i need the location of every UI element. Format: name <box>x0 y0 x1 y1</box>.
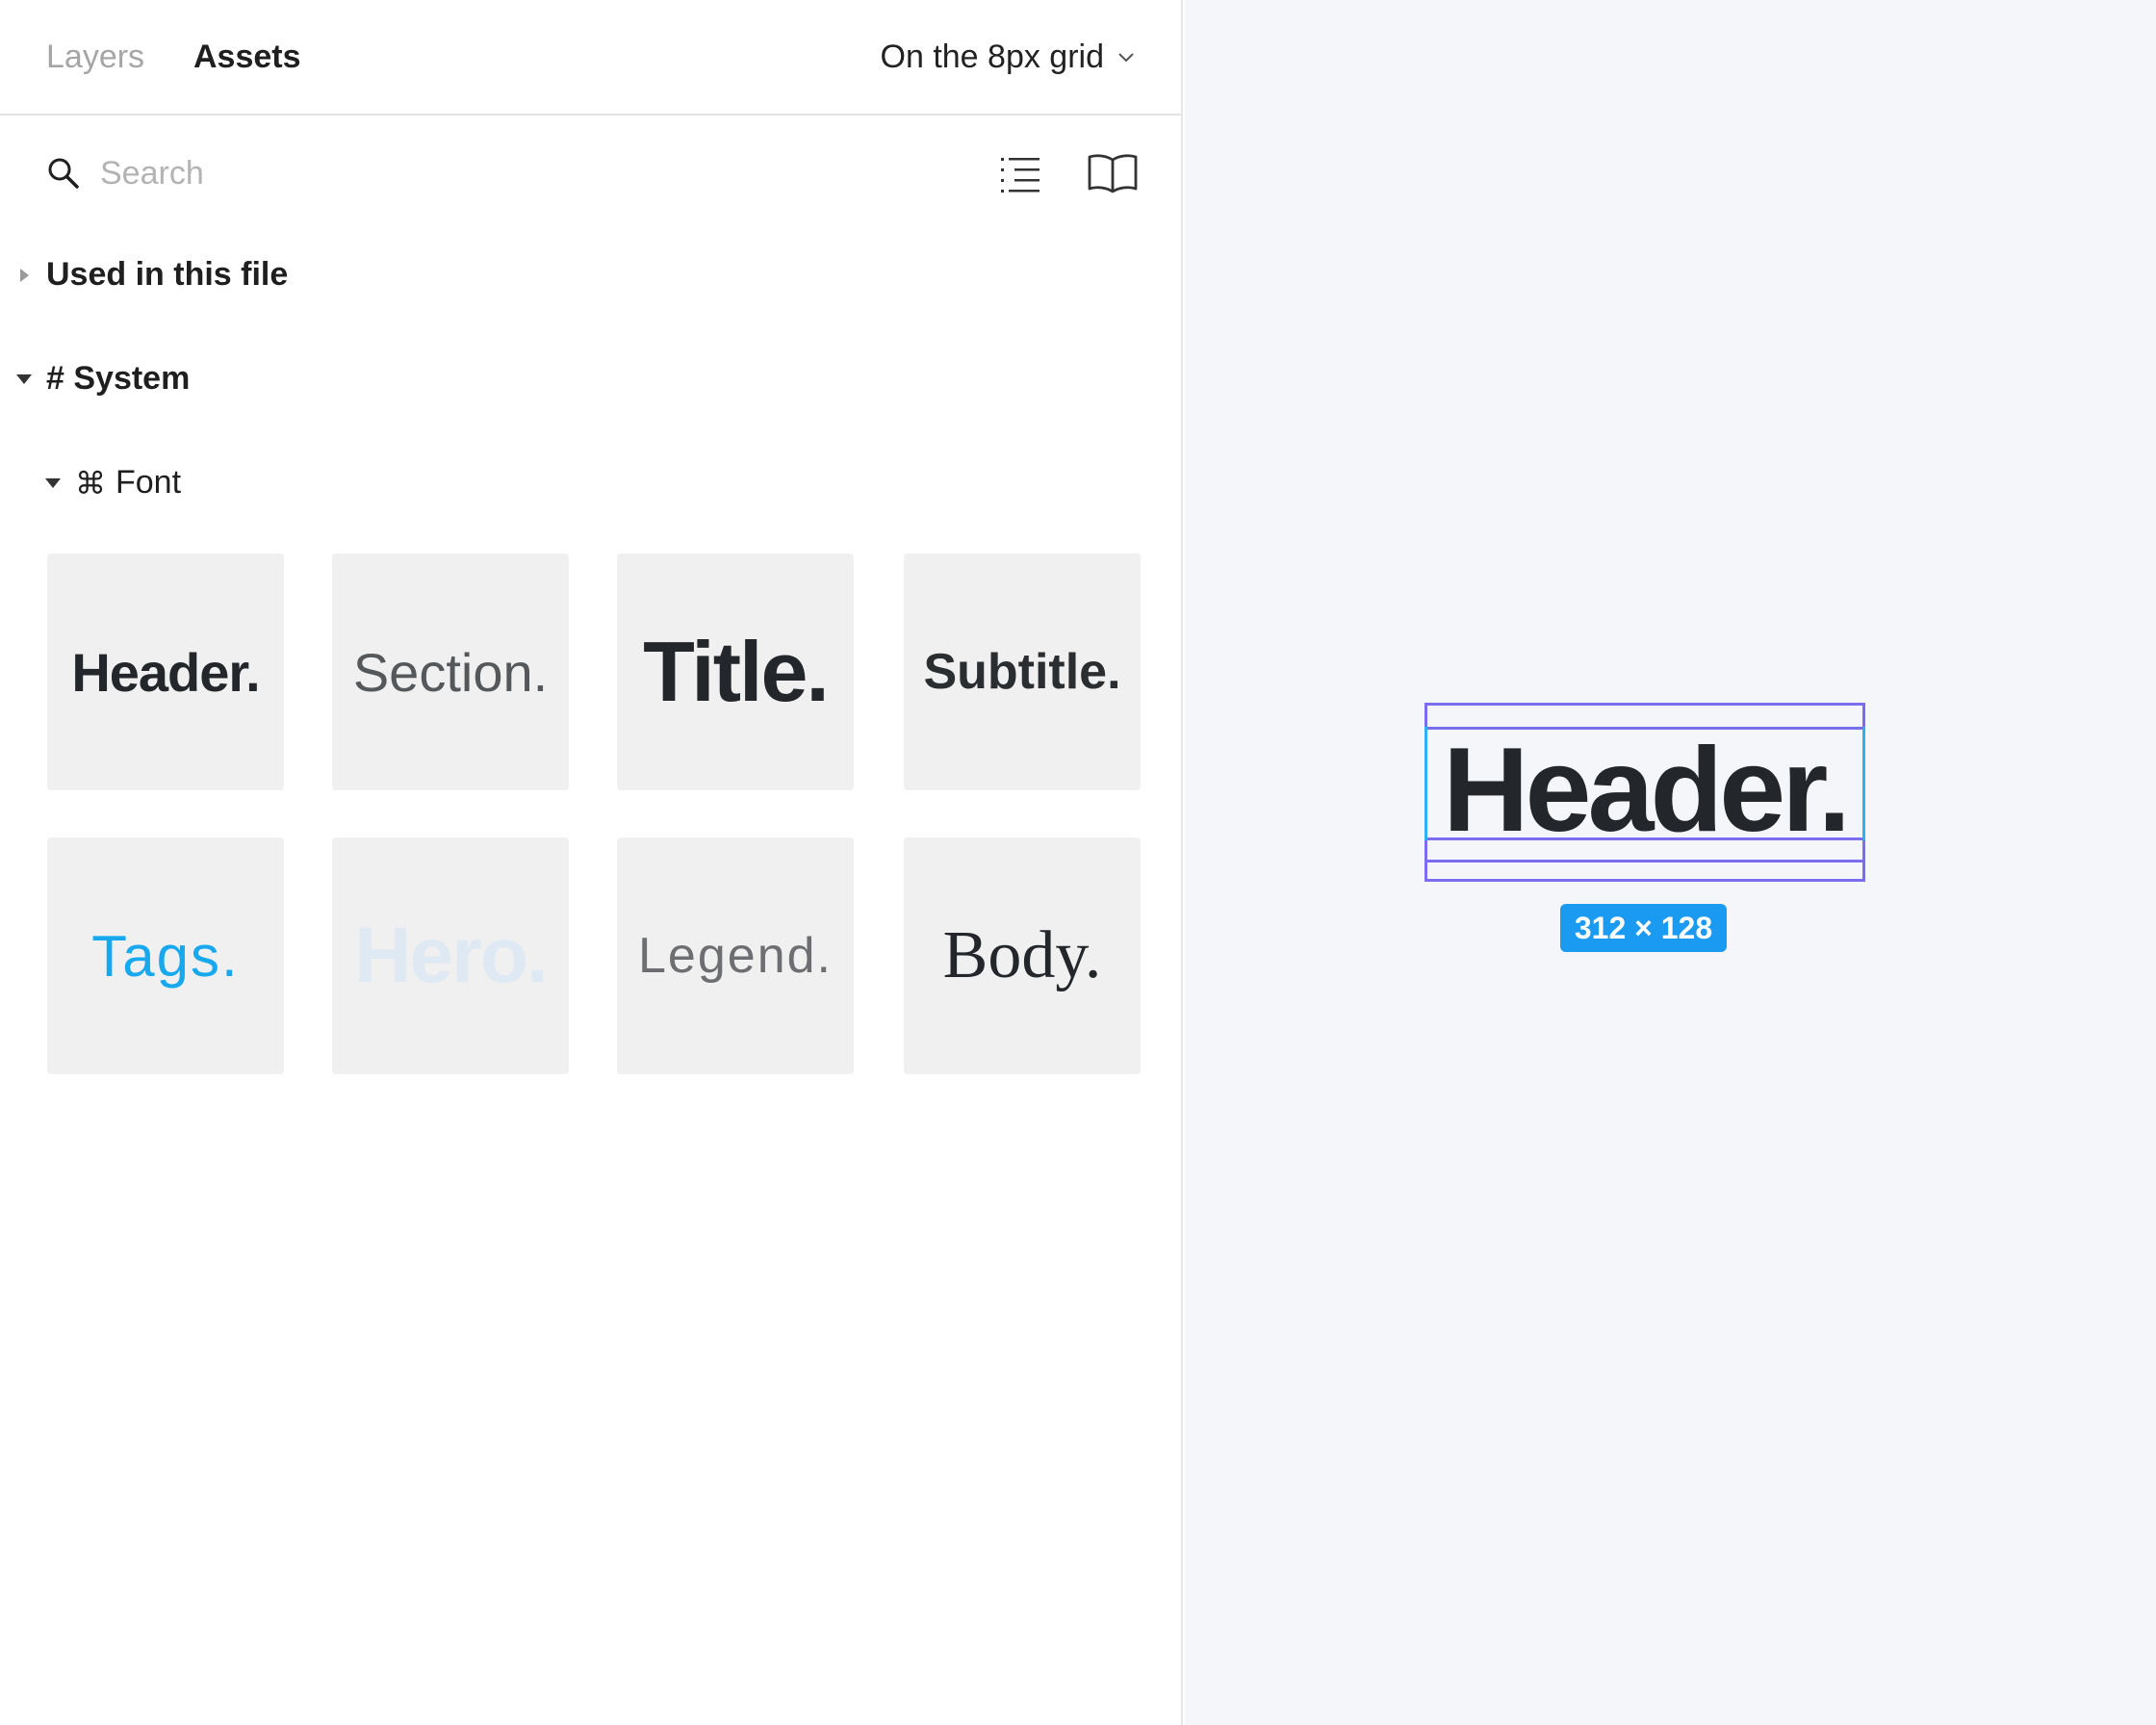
search-row <box>0 135 1181 212</box>
library-book-icon[interactable] <box>1086 152 1140 194</box>
section-font-label: Font <box>116 464 182 501</box>
text-style-tile-title[interactable]: Title. <box>617 554 854 790</box>
assets-panel: Layers Assets On the 8px grid Search Use… <box>0 0 1183 1725</box>
selected-text-layer[interactable]: Header. <box>1424 703 1865 882</box>
page-select-label: On the 8px grid <box>880 38 1104 75</box>
tab-assets[interactable]: Assets <box>193 35 301 79</box>
text-style-tile-subtitle[interactable]: Subtitle. <box>904 554 1141 790</box>
text-style-preview: Body. <box>942 918 1102 992</box>
text-style-preview: Subtitle. <box>923 644 1121 700</box>
section-system[interactable]: # System <box>15 360 190 398</box>
text-style-preview: Tags. <box>91 923 240 989</box>
text-style-tile-hero[interactable]: Hero. <box>332 837 569 1074</box>
section-font-label-group: ⌘ Font <box>75 464 181 502</box>
text-style-preview: Section. <box>352 641 549 703</box>
search-icon <box>48 158 79 189</box>
text-style-preview: Legend. <box>638 928 833 984</box>
panel-header: Layers Assets On the 8px grid <box>0 0 1181 116</box>
search-input[interactable] <box>100 152 889 194</box>
caret-down-icon <box>16 373 32 384</box>
text-style-tile-section[interactable]: Section. <box>332 554 569 790</box>
command-icon: ⌘ <box>75 465 106 501</box>
section-font[interactable]: ⌘ Font <box>44 464 181 502</box>
list-view-icon[interactable] <box>999 152 1041 194</box>
text-style-tile-body[interactable]: Body. <box>904 837 1141 1074</box>
tab-layers[interactable]: Layers <box>46 35 144 79</box>
section-used-in-file-label: Used in this file <box>46 256 289 293</box>
text-style-preview: Title. <box>643 624 830 719</box>
baseline-guide <box>1427 860 1862 862</box>
page-select-dropdown[interactable]: On the 8px grid <box>881 35 1137 79</box>
section-used-in-file[interactable]: Used in this file <box>15 256 288 294</box>
text-style-tile-header[interactable]: Header. <box>47 554 284 790</box>
chevron-down-icon <box>1118 53 1134 63</box>
dimensions-badge: 312 × 128 <box>1560 904 1727 952</box>
section-system-label: # System <box>46 360 191 397</box>
text-style-preview: Header. <box>71 641 260 703</box>
text-style-tile-legend[interactable]: Legend. <box>617 837 854 1074</box>
baseline-guide <box>1427 837 1862 840</box>
text-style-tile-tags[interactable]: Tags. <box>47 837 284 1074</box>
caret-down-icon <box>45 477 61 488</box>
caret-right-icon <box>20 268 29 282</box>
text-style-preview: Hero. <box>354 912 549 999</box>
